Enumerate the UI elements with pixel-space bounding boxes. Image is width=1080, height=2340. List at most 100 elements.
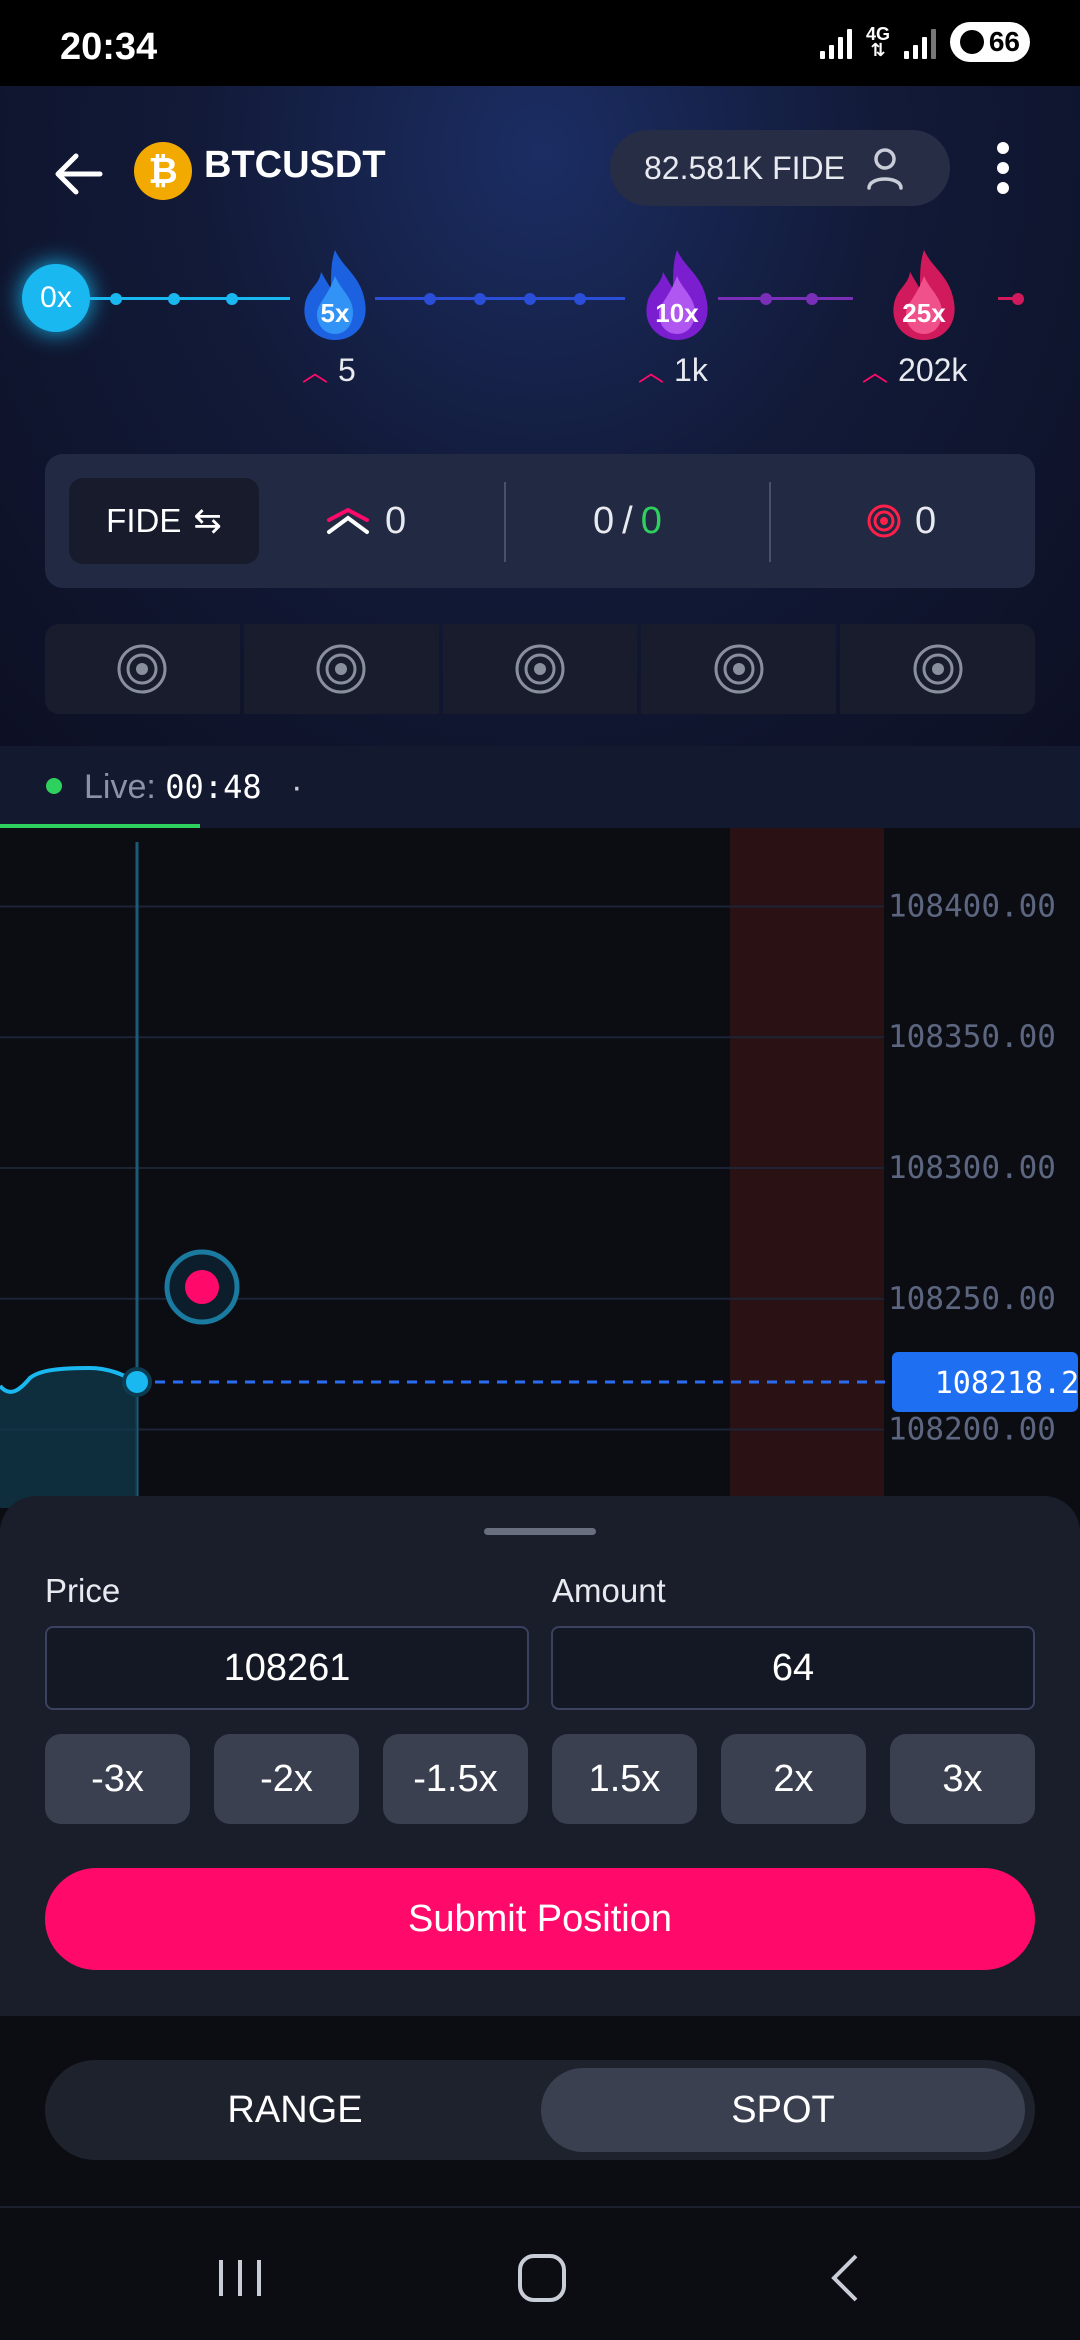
balance-value: 82.581K FIDE — [644, 149, 845, 186]
divider — [769, 482, 771, 562]
price-input[interactable]: 108261 — [45, 1626, 529, 1710]
target-icon — [867, 504, 901, 538]
target-slot[interactable] — [442, 624, 638, 714]
target-slot[interactable] — [243, 624, 439, 714]
multiplier-button-minus-3x[interactable]: -3x — [45, 1734, 190, 1824]
multiplier-button-3x[interactable]: 3x — [890, 1734, 1035, 1824]
positions-value: 0 — [385, 499, 407, 542]
track-dot — [524, 293, 536, 305]
price-label: Price — [45, 1572, 121, 1609]
spot-mode-button[interactable]: SPOT — [541, 2068, 1025, 2152]
live-indicator-dot — [46, 778, 62, 794]
flame-25x-icon — [893, 250, 955, 340]
target-slot[interactable] — [641, 624, 837, 714]
tier-count-25x-value: 202k — [898, 352, 968, 388]
live-timer: 00:48 — [165, 768, 262, 806]
back-nav-icon[interactable] — [784, 2238, 904, 2318]
target-slot-icon — [515, 644, 565, 694]
ratio-right-value: 0 — [640, 499, 662, 542]
track-dot — [760, 293, 772, 305]
target-slot-icon — [913, 644, 963, 694]
multiplier-button-minus-1-5x[interactable]: -1.5x — [383, 1734, 528, 1824]
signal-icon — [819, 25, 852, 59]
ratio-left-value: 0 — [593, 499, 615, 542]
mode-area: RANGE SPOT — [0, 2016, 1080, 2206]
swap-icon: ⇆ — [193, 502, 222, 540]
home-icon[interactable] — [482, 2238, 602, 2318]
y-tick-label: 108300.00 — [888, 1150, 1056, 1186]
y-tick-label: 108400.00 — [888, 888, 1056, 924]
tier-node-0x: 0x — [22, 264, 90, 332]
currency-switch-button[interactable]: FIDE ⇆ — [69, 478, 259, 564]
track-dot — [806, 293, 818, 305]
back-arrow-icon[interactable] — [50, 146, 106, 202]
battery-saver-icon — [960, 30, 984, 54]
range-mode-button[interactable]: RANGE — [53, 2068, 537, 2152]
recent-apps-icon[interactable] — [180, 2238, 300, 2318]
battery-level: 66 — [988, 26, 1020, 57]
tier-count-10x: ︿ 1k — [638, 352, 708, 388]
target-slot[interactable] — [45, 624, 240, 714]
track-dot — [226, 293, 238, 305]
submit-position-button[interactable]: Submit Position — [45, 1868, 1035, 1970]
current-price-dot — [122, 1366, 152, 1397]
track-segment — [375, 297, 625, 300]
tier-label-5x: 5x — [320, 298, 350, 328]
multiplier-button-minus-2x[interactable]: -2x — [214, 1734, 359, 1824]
track-dot — [474, 293, 486, 305]
positions-stat: 0 — [325, 454, 406, 588]
status-icons: 4G ⇅ 66 — [819, 22, 1030, 62]
currency-label: FIDE — [106, 502, 182, 539]
more-menu-icon[interactable] — [990, 136, 1016, 200]
target-slot[interactable] — [840, 624, 1035, 714]
system-nav-bar — [0, 2206, 1080, 2340]
chevron-up-icon — [327, 507, 369, 534]
battery-icon: 66 — [950, 22, 1030, 62]
flame-5x-icon — [304, 250, 366, 340]
live-label: Live: — [84, 768, 156, 806]
live-status-bar: Live: 00:48 · — [0, 746, 1080, 828]
target-slot-icon — [316, 644, 366, 694]
signal-icon-2 — [904, 25, 936, 59]
y-tick-label: 108200.00 — [888, 1412, 1056, 1448]
status-time: 20:34 — [60, 26, 158, 68]
ratio-stat: 0 / 0 — [593, 454, 662, 588]
multiplier-button-1-5x[interactable]: 1.5x — [552, 1734, 697, 1824]
y-tick-label: 108350.00 — [888, 1019, 1056, 1055]
tier-count-5x: ︿ 5 — [302, 352, 356, 388]
live-marker: · — [291, 768, 303, 806]
network-type: 4G ⇅ — [865, 24, 890, 60]
multiplier-buttons: -3x -2x -1.5x 1.5x 2x 3x — [45, 1734, 1035, 1824]
track-dot — [1012, 293, 1024, 305]
stats-panel: FIDE ⇆ 0 0 / 0 0 — [45, 454, 1035, 588]
price-chart[interactable]: 108400.00 108350.00 108300.00 108250.00 1082… — [0, 828, 1080, 1508]
bitcoin-icon: ₿ — [134, 142, 192, 200]
multiplier-button-2x[interactable]: 2x — [721, 1734, 866, 1824]
network-label: 4G — [865, 24, 890, 44]
track-dot — [168, 293, 180, 305]
tier-label-25x: 25x — [902, 298, 946, 328]
mode-toggle: RANGE SPOT — [45, 2060, 1035, 2160]
target-slots — [45, 624, 1035, 714]
balance-pill[interactable]: 82.581K FIDE — [610, 130, 950, 206]
trading-pair-title[interactable]: BTCUSDT — [204, 144, 386, 187]
amount-label: Amount — [552, 1572, 666, 1609]
y-tick-label: 108250.00 — [888, 1281, 1056, 1317]
target-slot-icon — [117, 644, 167, 694]
flame-10x-icon — [646, 250, 708, 340]
live-status: Live: 00:48 · — [84, 768, 302, 807]
current-price-label: 108218.20 — [935, 1366, 1080, 1401]
track-segment — [718, 297, 853, 300]
amount-input[interactable]: 64 — [551, 1626, 1035, 1710]
position-marker-dot[interactable] — [185, 1270, 219, 1304]
track-dot — [424, 293, 436, 305]
tier-count-5x-value: 5 — [338, 352, 356, 388]
ratio-separator: / — [622, 499, 633, 542]
tier-label-10x: 10x — [655, 298, 699, 328]
target-slot-icon — [714, 644, 764, 694]
tier-count-10x-value: 1k — [674, 352, 708, 388]
order-sheet: Price Amount 108261 64 -3x -2x -1.5x 1.5… — [0, 1496, 1080, 2016]
multiplier-track: 0x 5x ︿ 5 10x ︿ 1k 25x ︿ 202k — [0, 246, 1080, 388]
targets-stat: 0 — [867, 454, 936, 588]
sheet-drag-handle[interactable] — [484, 1528, 596, 1535]
